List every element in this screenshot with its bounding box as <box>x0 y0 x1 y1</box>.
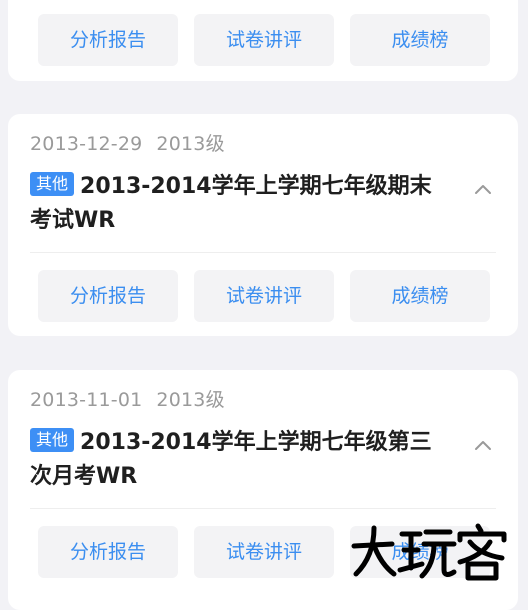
exam-card: 2013-12-29 2013级 其他 2013-2014学年上学期七年级期末考试W… <box>8 114 518 336</box>
exam-tag: 其他 <box>30 172 75 196</box>
paper-review-button[interactable]: 试卷讲评 <box>194 526 334 578</box>
exam-meta: 2013-12-29 2013级 <box>30 129 225 156</box>
score-ranking-button[interactable]: 成绩榜 <box>350 270 490 322</box>
action-buttons: 分析报告 试卷讲评 成绩榜 <box>38 270 490 322</box>
score-ranking-button[interactable]: 成绩榜 <box>350 14 490 66</box>
exam-grade: 2013级 <box>156 133 225 155</box>
analysis-report-button[interactable]: 分析报告 <box>38 14 178 66</box>
action-buttons: 分析报告 试卷讲评 成绩榜 <box>38 14 490 66</box>
exam-tag: 其他 <box>30 428 75 452</box>
analysis-report-button[interactable]: 分析报告 <box>38 526 178 578</box>
exam-meta: 2013-11-01 2013级 <box>30 385 225 412</box>
chevron-up-icon[interactable] <box>472 434 494 456</box>
card-divider <box>30 508 496 509</box>
exam-title: 2013-2014学年上学期七年级第三次月考WR <box>30 430 432 489</box>
exam-grade: 2013级 <box>156 389 225 411</box>
paper-review-button[interactable]: 试卷讲评 <box>194 270 334 322</box>
analysis-report-button[interactable]: 分析报告 <box>38 270 178 322</box>
card-divider <box>30 252 496 253</box>
exam-title-row[interactable]: 其他 2013-2014学年上学期七年级第三次月考WR <box>30 426 440 494</box>
action-buttons: 分析报告 试卷讲评 成绩榜 <box>38 526 490 578</box>
exam-card-previous: 分析报告 试卷讲评 成绩榜 <box>8 0 518 81</box>
exam-date: 2013-12-29 <box>30 133 143 155</box>
exam-title: 2013-2014学年上学期七年级期末考试WR <box>30 174 432 233</box>
exam-title-row[interactable]: 其他 2013-2014学年上学期七年级期末考试WR <box>30 170 440 238</box>
exam-card: 2013-11-01 2013级 其他 2013-2014学年上学期七年级第三次月考… <box>8 370 518 610</box>
paper-review-button[interactable]: 试卷讲评 <box>194 14 334 66</box>
exam-date: 2013-11-01 <box>30 389 143 411</box>
chevron-up-icon[interactable] <box>472 178 494 200</box>
score-ranking-button[interactable]: 成绩榜 <box>350 526 490 578</box>
